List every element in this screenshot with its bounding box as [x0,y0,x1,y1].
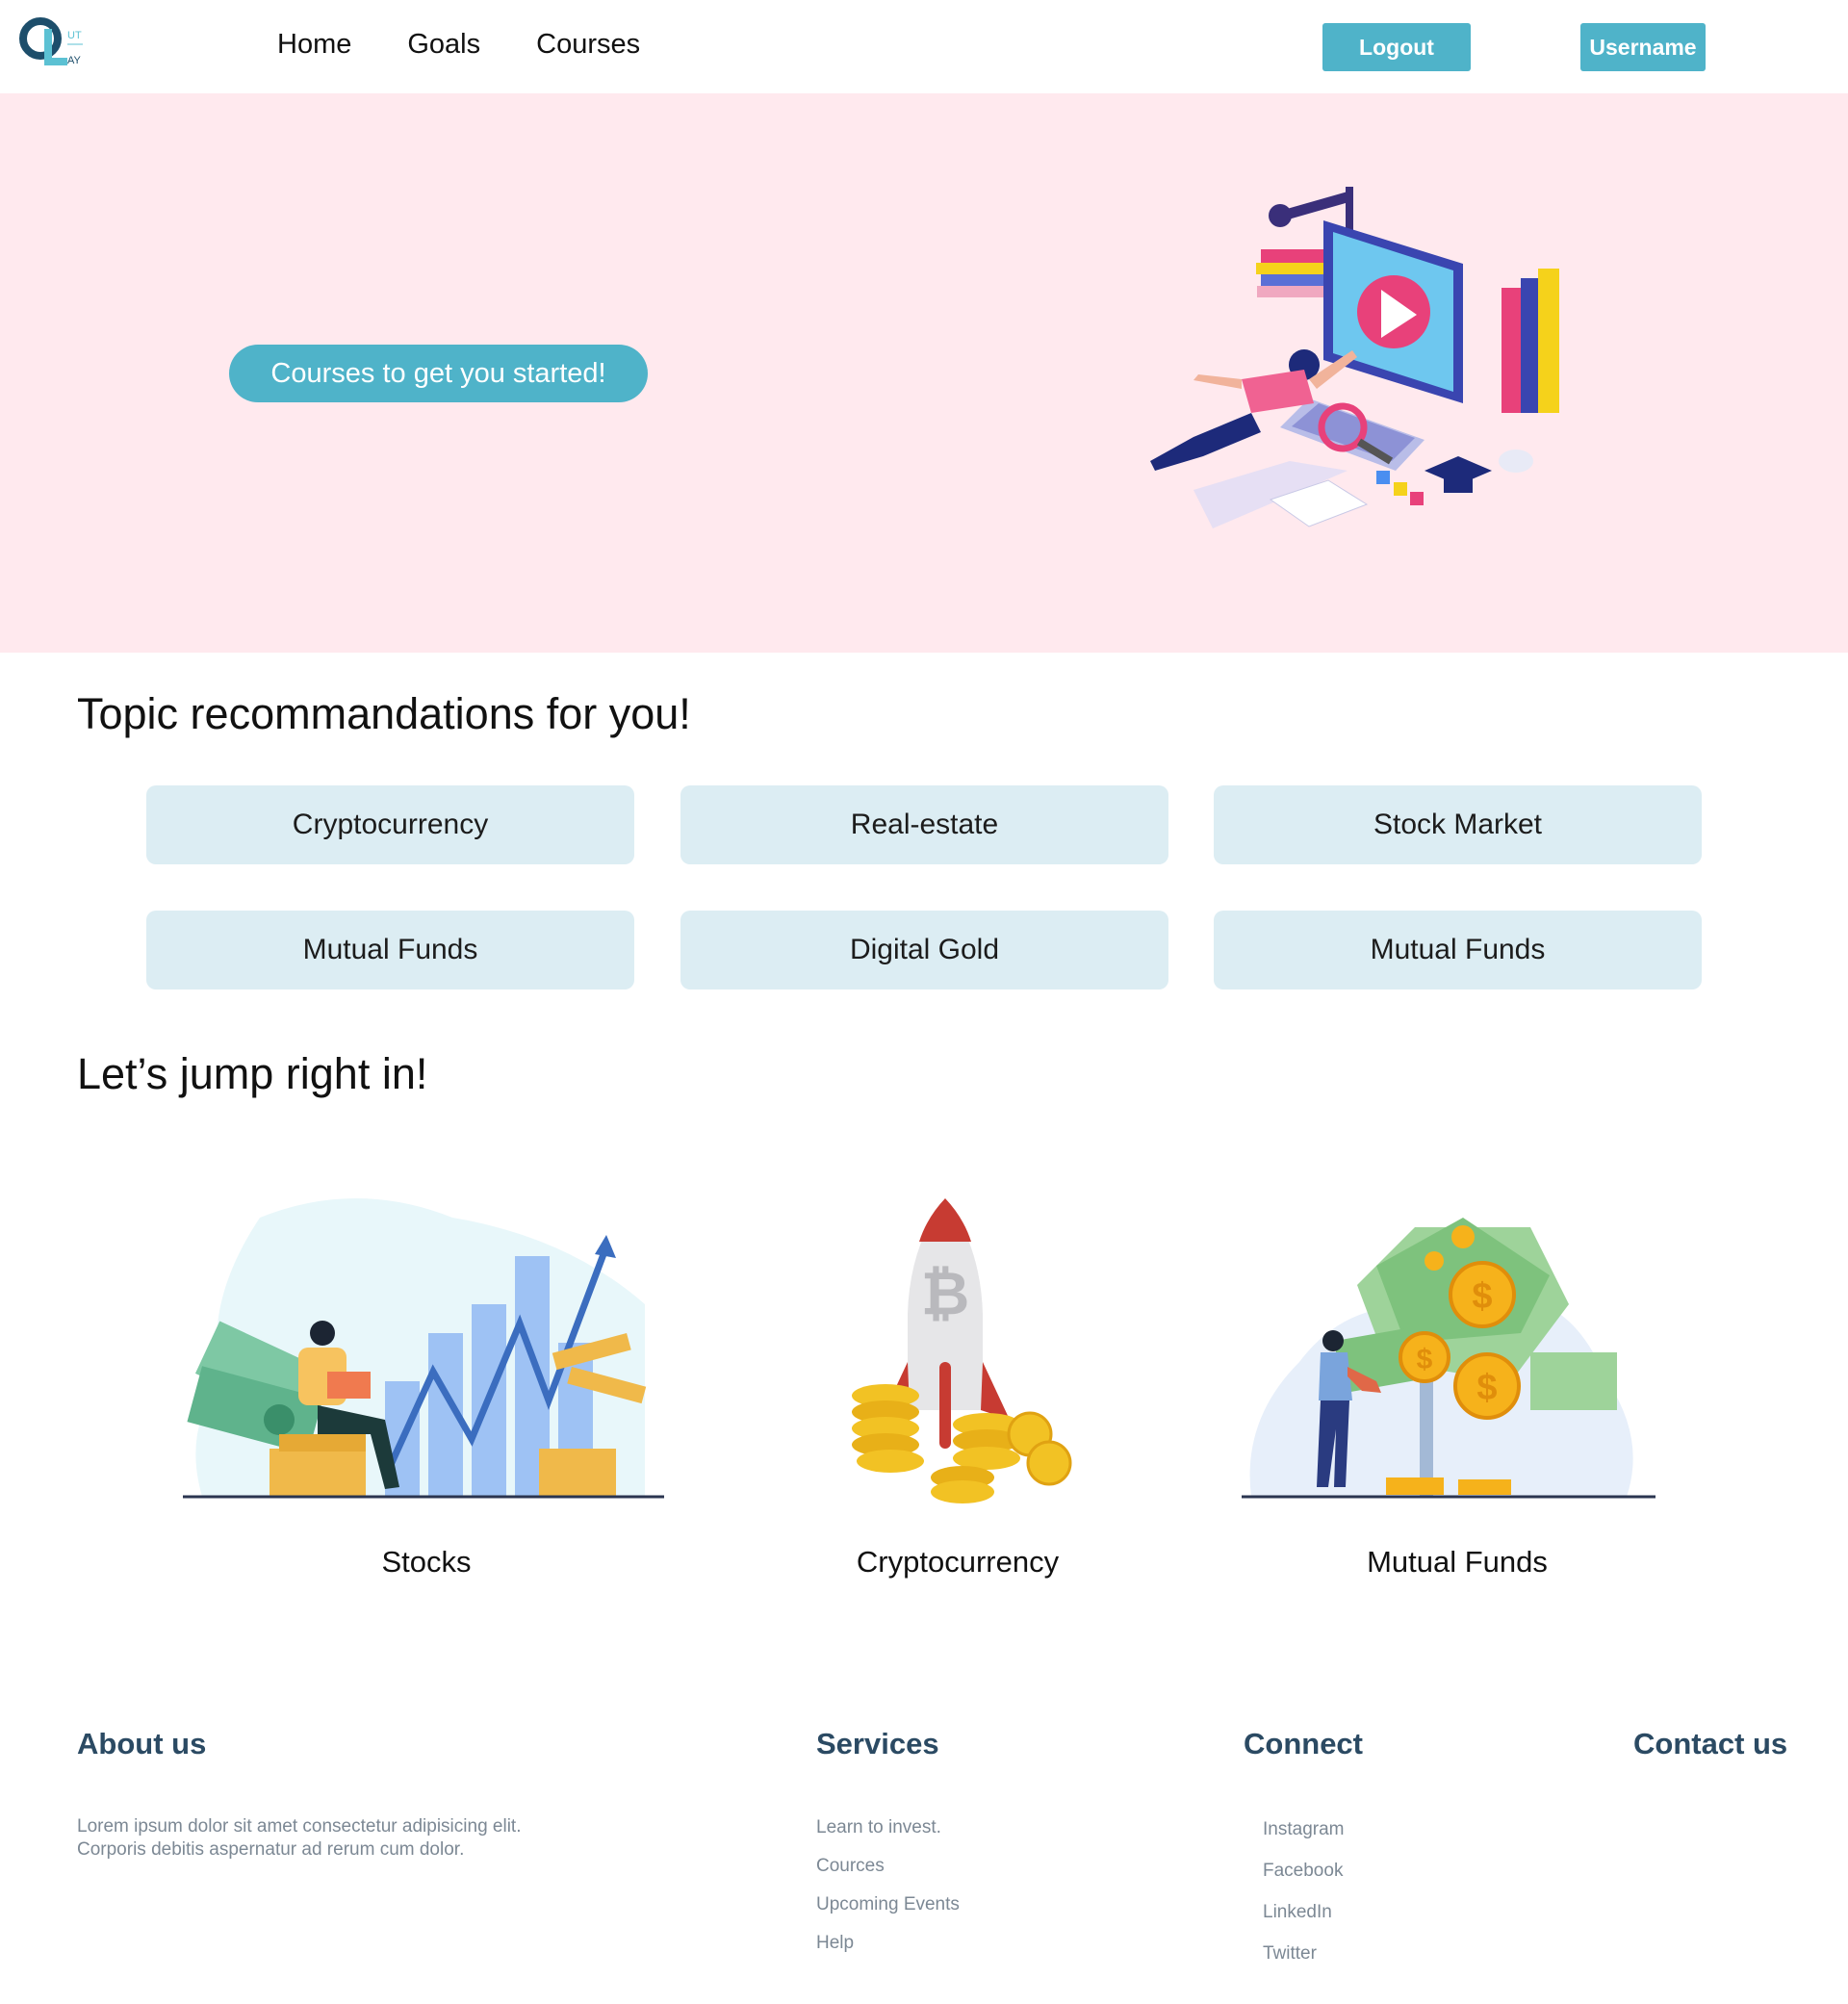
nav-courses-link[interactable]: Courses [536,29,640,61]
footer-upcoming-events-link[interactable]: Upcoming Events [816,1894,960,1915]
courses-cta-button[interactable]: Courses to get you started! [229,345,648,402]
username-button[interactable]: Username [1580,23,1706,71]
brand-logo[interactable]: UT AY [19,15,89,73]
topic-real-estate-button[interactable]: Real-estate [680,785,1168,864]
crypto-rocket-illustration: ₿ [852,1198,1072,1503]
svg-text:₿: ₿ [921,1261,970,1327]
mutual-funds-card[interactable]: $ $ $ [1242,1189,1742,1516]
stocks-illustration [183,1198,664,1499]
logout-button[interactable]: Logout [1322,23,1471,71]
topic-mutual-funds-button[interactable]: Mutual Funds [146,911,634,989]
svg-text:UT: UT [67,30,82,41]
jump-heading: Let’s jump right in! [77,1049,428,1098]
stocks-card-label: Stocks [381,1545,472,1579]
nav-home-link[interactable]: Home [277,29,351,61]
topic-cryptocurrency-button[interactable]: Cryptocurrency [146,785,634,864]
cryptocurrency-card[interactable]: ₿ [707,1189,1208,1516]
stocks-card[interactable] [183,1189,683,1516]
cryptocurrency-card-label: Cryptocurrency [856,1545,1060,1579]
footer-twitter-link[interactable]: Twitter [1263,1943,1317,1965]
main-nav: Home Goals Courses [277,29,696,61]
svg-text:AY: AY [67,55,82,66]
online-learning-illustration [1150,187,1559,528]
footer-cources-link[interactable]: Cources [816,1856,885,1877]
footer-about-heading: About us [77,1727,207,1760]
footer-instagram-link[interactable]: Instagram [1263,1819,1344,1840]
topic-stock-market-button[interactable]: Stock Market [1214,785,1702,864]
hero-banner: Courses to get you started! [0,93,1848,653]
money-tree-illustration: $ $ $ [1242,1218,1656,1499]
topics-heading: Topic recommandations for you! [77,689,691,738]
svg-text:$: $ [1476,1368,1497,1408]
footer-facebook-link[interactable]: Facebook [1263,1861,1343,1882]
topic-digital-gold-button[interactable]: Digital Gold [680,911,1168,989]
footer-linkedin-link[interactable]: LinkedIn [1263,1902,1332,1923]
svg-text:$: $ [1417,1344,1433,1375]
topic-mutual-funds-button-2[interactable]: Mutual Funds [1214,911,1702,989]
nav-goals-link[interactable]: Goals [407,29,480,61]
footer-contact-heading[interactable]: Contact us [1633,1727,1787,1761]
svg-text:$: $ [1472,1276,1492,1317]
top-navbar: UT AY Home Goals Courses Logout Username [0,0,1848,93]
footer-services-heading: Services [816,1727,939,1760]
footer-about-line-1: Lorem ipsum dolor sit amet consectetur a… [77,1816,522,1837]
footer-connect-heading: Connect [1244,1727,1363,1760]
footer-about-line-2: Corporis debitis aspernatur ad rerum cum… [77,1839,465,1860]
footer-learn-to-invest-link[interactable]: Learn to invest. [816,1817,941,1838]
mutual-funds-card-label: Mutual Funds [1367,1545,1548,1579]
footer-help-link[interactable]: Help [816,1933,854,1954]
